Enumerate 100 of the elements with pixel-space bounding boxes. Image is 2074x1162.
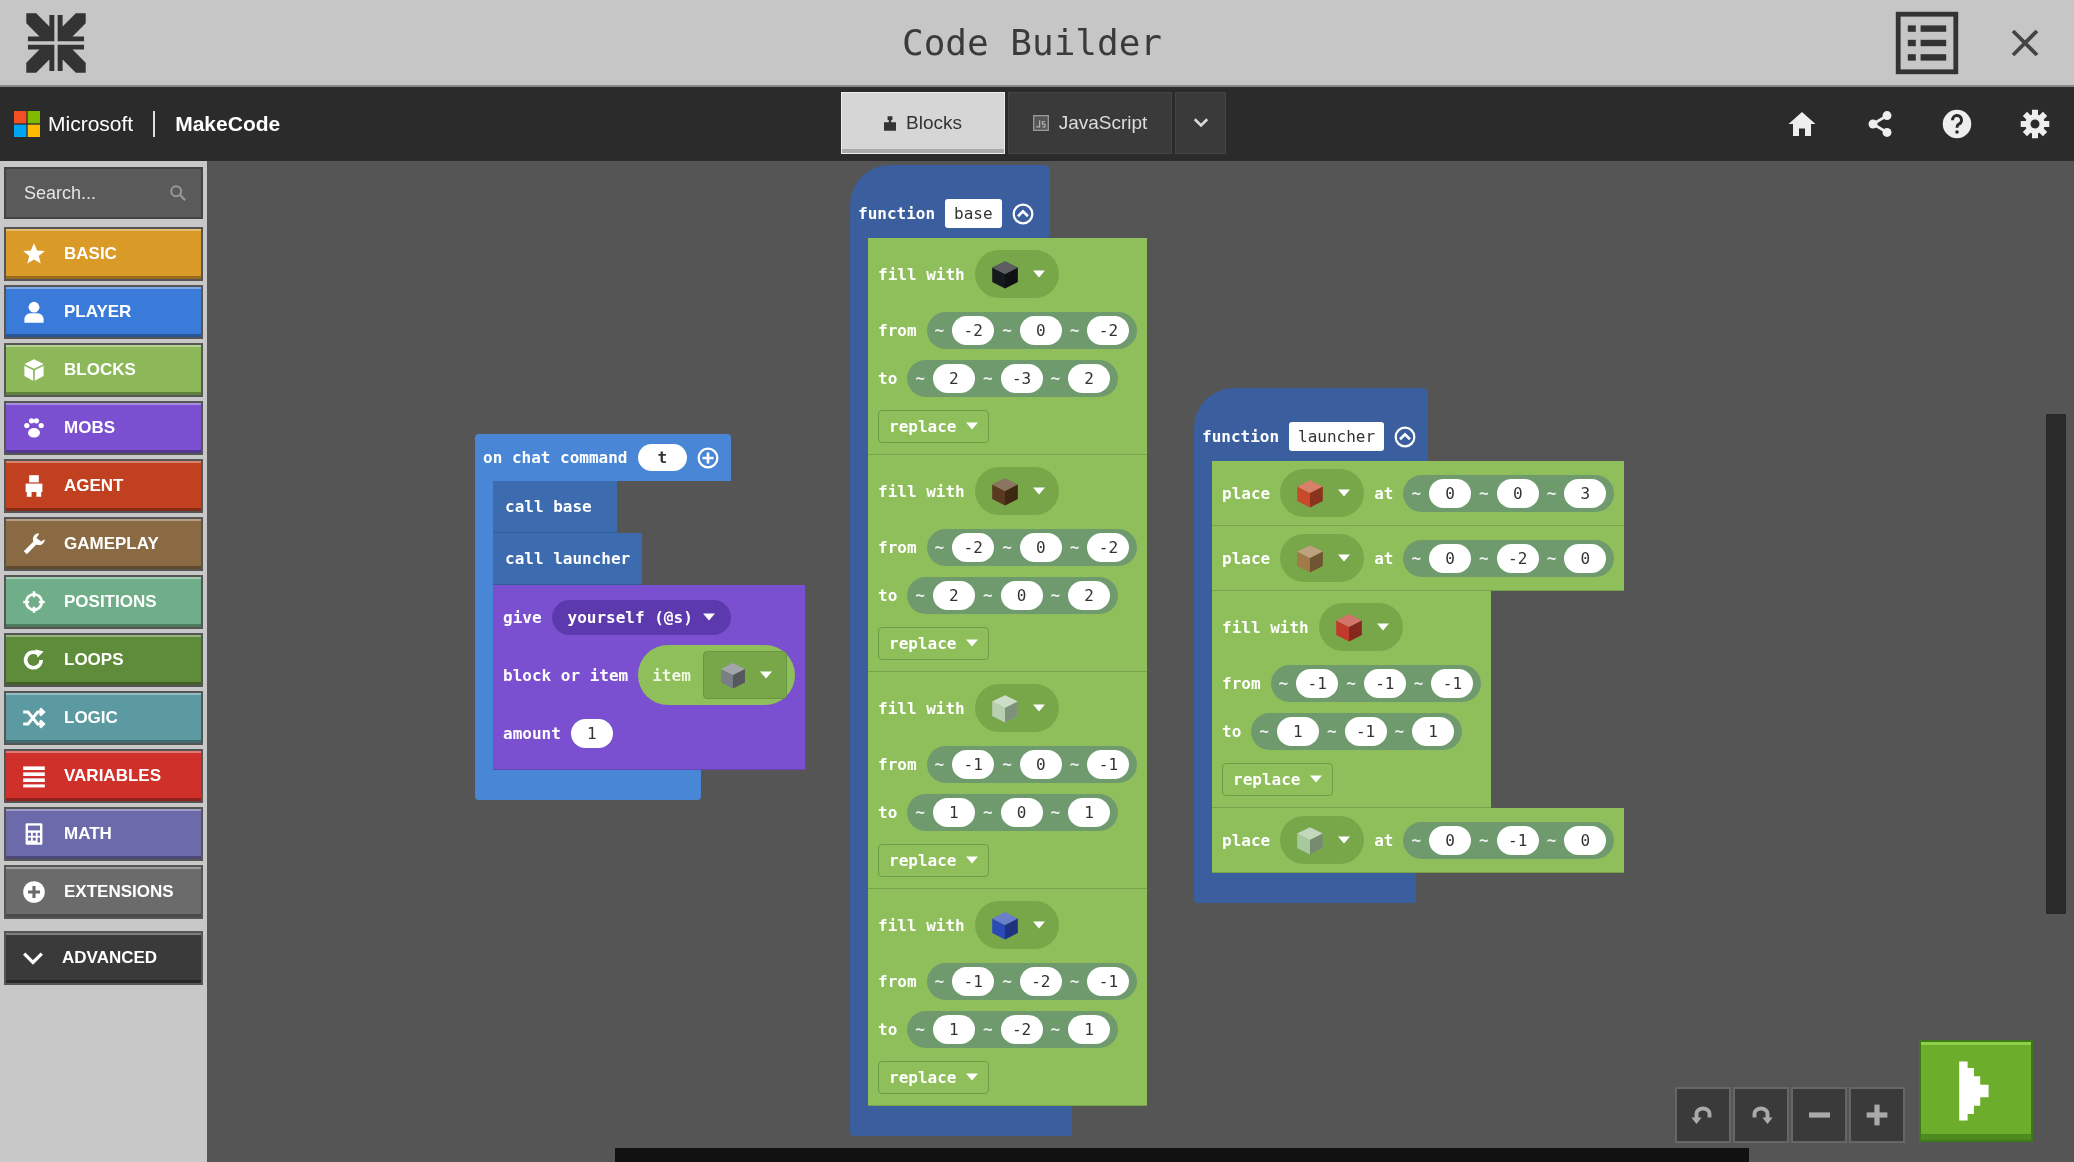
name-field[interactable]: launcher <box>1289 422 1385 451</box>
number-field[interactable]: 1 <box>1412 716 1455 746</box>
item-dropdown[interactable] <box>974 250 1059 298</box>
number-field[interactable]: 1 <box>1068 1014 1111 1044</box>
number-field[interactable]: 1 <box>570 718 613 748</box>
share-icon[interactable] <box>1866 110 1894 138</box>
number-field[interactable]: 2 <box>932 363 975 393</box>
fill-block[interactable]: fill with from ~ -2 ~ 0 ~ -2 to ~ 2 ~ -3 ~ 2 replace <box>868 238 1148 455</box>
fill-block[interactable]: fill with from ~ -1 ~ 0 ~ -1 to ~ 1 ~ 0 ~ 1 replace <box>868 672 1148 889</box>
number-field[interactable]: 3 <box>1564 478 1607 508</box>
number-field[interactable]: -1 <box>1496 825 1539 855</box>
number-field[interactable]: 1 <box>932 797 975 827</box>
category-button[interactable]: VARIABLES <box>4 749 203 803</box>
function-block[interactable]: function launcher place at ~ 0 ~ 0 ~ 3 place at ~ 0 ~ -2 ~ 0 fill with from ~ -1 ~ -1 ~ -1 to ~ 1 ~ -1 ~ 1 replace place at ~ 0 ~ -1 ~ 0 <box>1194 388 1625 903</box>
number-field[interactable]: 0 <box>1019 749 1062 779</box>
block-label: function <box>858 204 936 223</box>
target-dropdown[interactable]: yourself (@s) <box>551 599 731 635</box>
collapse-icon[interactable] <box>1394 425 1417 448</box>
fill-block[interactable]: fill with from ~ -1 ~ -1 ~ -1 to ~ 1 ~ -1 ~ 1 replace <box>1212 591 1492 808</box>
home-icon[interactable] <box>1786 109 1818 139</box>
plus-icon <box>1864 1102 1890 1128</box>
place-block[interactable]: place at ~ 0 ~ -2 ~ 0 <box>1212 526 1625 591</box>
number-field[interactable]: 0 <box>1019 315 1062 345</box>
item-dropdown[interactable] <box>1280 469 1365 517</box>
category-button[interactable]: AGENT <box>4 459 203 513</box>
category-button[interactable]: GAMEPLAY <box>4 517 203 571</box>
number-field[interactable]: -1 <box>952 749 995 779</box>
number-field[interactable]: 2 <box>1068 363 1111 393</box>
number-field[interactable]: -1 <box>1344 716 1387 746</box>
scrollbar[interactable] <box>2046 414 2066 914</box>
tilde-label: ~ <box>1346 673 1356 693</box>
fill-block[interactable]: fill with from ~ -1 ~ -2 ~ -1 to ~ 1 ~ -2 ~ 1 replace <box>868 889 1148 1106</box>
category-button[interactable]: PLAYER <box>4 285 203 339</box>
number-field[interactable]: 2 <box>932 580 975 610</box>
number-field[interactable]: -2 <box>1019 966 1062 996</box>
number-field[interactable]: 0 <box>1429 478 1472 508</box>
advanced-button[interactable]: ADVANCED <box>4 931 203 985</box>
number-field[interactable]: 0 <box>1429 825 1472 855</box>
call-block[interactable]: call base <box>493 481 617 533</box>
scrollbar[interactable] <box>615 1148 1749 1162</box>
event-block[interactable]: on chat command t call base call launcher give yourself (@s) block or item item amount 1 <box>475 434 805 800</box>
number-field[interactable]: -1 <box>1296 668 1339 698</box>
number-field[interactable]: 2 <box>1068 580 1111 610</box>
number-field[interactable]: 0 <box>1019 532 1062 562</box>
number-field[interactable]: -2 <box>1087 315 1130 345</box>
item-dropdown[interactable] <box>974 467 1059 515</box>
number-field[interactable]: -3 <box>1000 363 1043 393</box>
tilde-label: ~ <box>1326 721 1337 741</box>
close-icon[interactable] <box>2010 27 2040 58</box>
number-field[interactable]: -1 <box>1087 749 1130 779</box>
product-name[interactable]: MakeCode <box>175 112 281 136</box>
place-block[interactable]: place at ~ 0 ~ -1 ~ 0 <box>1212 808 1625 873</box>
tilde-label: ~ <box>1479 830 1489 850</box>
number-field[interactable]: -2 <box>1087 532 1130 562</box>
number-field[interactable]: 0 <box>1564 543 1607 573</box>
number-field[interactable]: -2 <box>1000 1014 1043 1044</box>
number-field[interactable]: -1 <box>1431 668 1474 698</box>
number-field[interactable]: -2 <box>1496 543 1539 573</box>
category-button[interactable]: MATH <box>4 807 203 861</box>
number-field[interactable]: 0 <box>1000 797 1043 827</box>
fill-block[interactable]: fill with from ~ -2 ~ 0 ~ -2 to ~ 2 ~ 0 ~ 2 replace <box>868 455 1148 672</box>
redo-button[interactable] <box>1733 1087 1789 1143</box>
number-field[interactable]: -1 <box>1363 668 1406 698</box>
search-field[interactable]: Search... <box>4 167 203 219</box>
brand-name[interactable]: Microsoft <box>48 112 134 136</box>
caret-icon <box>966 639 979 647</box>
text-field[interactable]: t <box>637 444 688 471</box>
number-field[interactable]: -1 <box>1087 966 1130 996</box>
number-field[interactable]: 0 <box>1496 478 1539 508</box>
add-icon[interactable] <box>697 446 720 469</box>
number-field[interactable]: 1 <box>932 1014 975 1044</box>
help-icon[interactable] <box>1942 109 1972 139</box>
number-field[interactable]: 1 <box>1068 797 1111 827</box>
item-dropdown[interactable] <box>1318 603 1403 651</box>
zoom-out-button[interactable] <box>1791 1087 1847 1143</box>
number-field[interactable]: 0 <box>1429 543 1472 573</box>
function-block[interactable] <box>850 165 1148 1136</box>
number-field[interactable]: -2 <box>952 315 995 345</box>
give-block[interactable]: give yourself (@s) block or item item amount 1 <box>493 585 805 770</box>
collapse-icon[interactable] <box>1011 202 1034 225</box>
caret-icon <box>1032 704 1045 712</box>
editor-tab[interactable]: JavaScript <box>1008 92 1172 154</box>
name-field[interactable]: base <box>945 199 1002 228</box>
number-field[interactable]: 1 <box>1276 716 1319 746</box>
run-button[interactable] <box>1919 1040 2033 1142</box>
category-button[interactable]: EXTENSIONS <box>4 865 203 919</box>
tilde-label: ~ <box>1259 721 1269 741</box>
category-button[interactable]: LOOPS <box>4 633 203 687</box>
place-block[interactable]: place at ~ 0 ~ 0 ~ 3 <box>1212 461 1625 526</box>
item-dropdown[interactable] <box>974 901 1059 949</box>
category-button[interactable]: MOBS <box>4 401 203 455</box>
zoom-in-button[interactable] <box>1849 1087 1905 1143</box>
undo-button[interactable] <box>1675 1087 1731 1143</box>
caret-icon <box>966 422 979 430</box>
number-field[interactable]: -1 <box>952 966 995 996</box>
number-field[interactable]: 0 <box>1564 825 1607 855</box>
number-field[interactable]: 0 <box>1000 580 1043 610</box>
call-block[interactable]: call launcher <box>493 533 643 585</box>
editor-tab[interactable]: Blocks <box>841 92 1005 154</box>
number-field[interactable]: -2 <box>952 532 995 562</box>
